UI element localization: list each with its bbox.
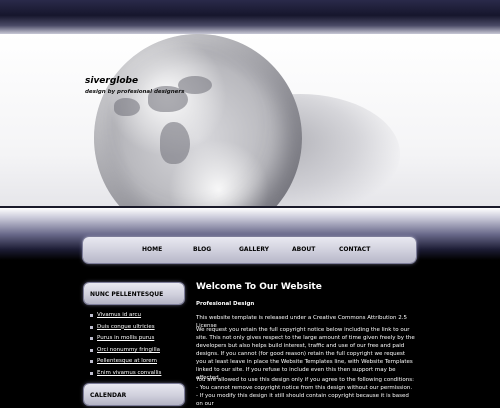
sidebar-heading-label: CALENDAR <box>90 392 127 399</box>
sidebar-heading-nunc: NUNC PELLENTESQUE <box>84 283 184 304</box>
nav-item-home[interactable]: HOME <box>142 246 162 253</box>
nav-item-contact[interactable]: CONTACT <box>339 246 370 253</box>
continent-shape <box>114 98 140 116</box>
sidebar-link-label: Pellentesque at lorem <box>97 358 157 365</box>
page-subtitle: Profesional Design <box>196 301 255 307</box>
sidebar-link[interactable]: Duis congue ultricies <box>87 322 187 334</box>
sidebar-link[interactable]: Orci nonummy fringilla <box>87 345 187 357</box>
nav-item-about[interactable]: ABOUT <box>292 246 315 253</box>
main-nav: HOME BLOG GALLERY ABOUT CONTACT <box>83 237 416 263</box>
sidebar-link-label: Purus in mollis purus <box>97 335 155 342</box>
continent-shape <box>160 122 190 164</box>
sidebar-link-label: Duis congue ultricies <box>97 323 155 330</box>
sidebar-link[interactable]: Purus in mollis purus <box>87 333 187 345</box>
site-slogan: design by profesional designers <box>85 89 185 95</box>
bullet-icon <box>90 360 93 364</box>
sidebar-heading-calendar: CALENDAR <box>84 384 184 405</box>
sidebar-heading-label: NUNC PELLENTESQUE <box>90 291 164 298</box>
sidebar-link-label: Orci nonummy fringilla <box>97 346 160 353</box>
page-title: Welcome To Our Website <box>196 282 322 292</box>
bullet-icon <box>90 325 93 329</box>
sidebar-link-label: Enim vivamus convallis <box>97 369 162 376</box>
conditions-paragraph: You are allowed to use this design only … <box>196 377 414 407</box>
sidebar-link[interactable]: Enim vivamus convallis <box>87 368 187 380</box>
copyright-paragraph: We request you retain the full copyright… <box>196 327 415 381</box>
globe-image <box>94 34 302 206</box>
bullet-icon <box>90 314 93 317</box>
bullet-icon <box>90 337 93 341</box>
site-title: siverglobe <box>85 76 139 86</box>
bullet-icon <box>90 348 93 352</box>
sidebar-link-list: Vivamus id arcu Duis congue ultricies Pu… <box>87 310 187 380</box>
nav-item-gallery[interactable]: GALLERY <box>239 246 269 253</box>
bullet-icon <box>90 371 93 375</box>
nav-item-blog[interactable]: BLOG <box>193 246 211 253</box>
sidebar-link[interactable]: Vivamus id arcu <box>87 310 187 322</box>
top-bar <box>0 0 500 34</box>
sidebar-link-label: Vivamus id arcu <box>97 312 142 318</box>
sidebar-link[interactable]: Pellentesque at lorem <box>87 356 187 368</box>
header-banner: siverglobe design by profesional designe… <box>0 34 500 206</box>
